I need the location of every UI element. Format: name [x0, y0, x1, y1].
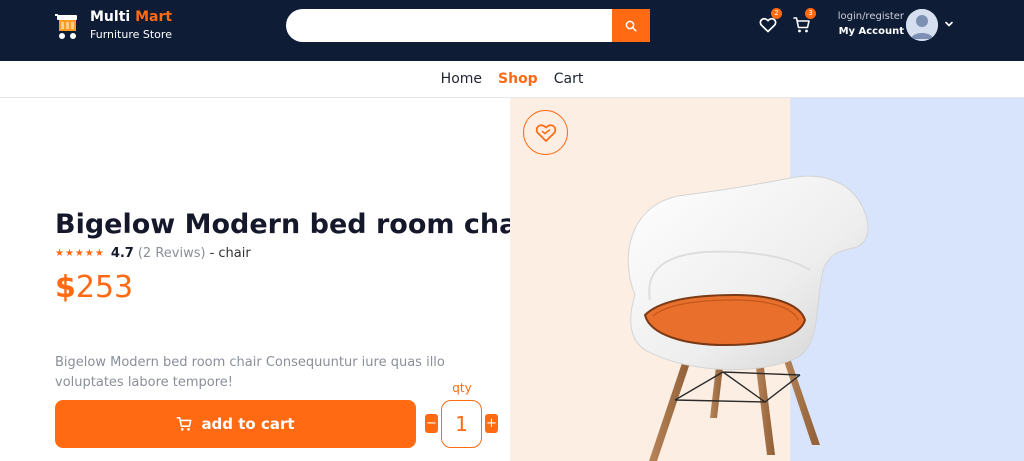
qty-increase-button[interactable]: +: [485, 414, 498, 433]
nav-item-home[interactable]: Home: [441, 71, 482, 87]
wishlist-count-badge: 2: [771, 8, 782, 19]
qty-value[interactable]: 1: [441, 400, 482, 448]
main-nav: Home Shop Cart: [0, 61, 1024, 98]
add-to-wishlist-button[interactable]: [523, 110, 568, 155]
brand-logo[interactable]: Multi Mart Furniture Store: [55, 9, 172, 42]
wishlist-button[interactable]: 2: [758, 8, 782, 35]
product-price: $253: [55, 270, 133, 305]
search-button[interactable]: [612, 9, 650, 42]
qty-decrease-button[interactable]: −: [425, 414, 438, 433]
heart-icon: [759, 17, 777, 33]
product-title: Bigelow Modern bed room chair: [55, 209, 540, 240]
rating-row: ★★★★★ 4.7 (2 Reviws) - chair: [55, 246, 251, 261]
qty-label: qty: [452, 381, 472, 395]
search-input[interactable]: [286, 9, 613, 42]
add-to-cart-label: add to cart: [201, 415, 295, 433]
cart-count-badge: 3: [805, 8, 816, 19]
logo-subtitle: Furniture Store: [90, 28, 172, 41]
nav-item-shop[interactable]: Shop: [498, 71, 538, 87]
product-image-chair: [627, 175, 869, 461]
price-currency: $: [55, 270, 76, 305]
star-rating-icons: ★★★★★: [55, 248, 105, 259]
login-register-link[interactable]: login/register: [826, 10, 904, 24]
user-avatar[interactable]: [906, 9, 938, 41]
my-account-label: My Account: [838, 26, 904, 37]
search-bar: [286, 9, 650, 42]
logo-word-2: Mart: [135, 9, 173, 25]
logo-word-1: Multi: [90, 9, 131, 25]
cart-logo-icon: [55, 13, 77, 39]
user-avatar-icon: [906, 9, 938, 41]
nav-item-cart[interactable]: Cart: [554, 71, 584, 87]
chevron-down-icon[interactable]: [944, 19, 954, 29]
product-category: - chair: [209, 246, 251, 261]
heart-icon: [535, 123, 556, 142]
product-description: Bigelow Modern bed room chair Consequunt…: [55, 355, 445, 390]
top-header: Multi Mart Furniture Store 2 3 login/reg…: [0, 0, 1024, 61]
price-amount: 253: [75, 270, 134, 305]
rating-value: 4.7: [110, 246, 134, 261]
cart-button[interactable]: 3: [792, 8, 816, 35]
search-icon: [625, 20, 637, 32]
review-count[interactable]: (2 Reviws): [138, 246, 206, 261]
account-menu[interactable]: login/register My Account: [826, 10, 904, 39]
cart-icon: [177, 416, 192, 431]
add-to-cart-button[interactable]: add to cart: [55, 400, 416, 448]
